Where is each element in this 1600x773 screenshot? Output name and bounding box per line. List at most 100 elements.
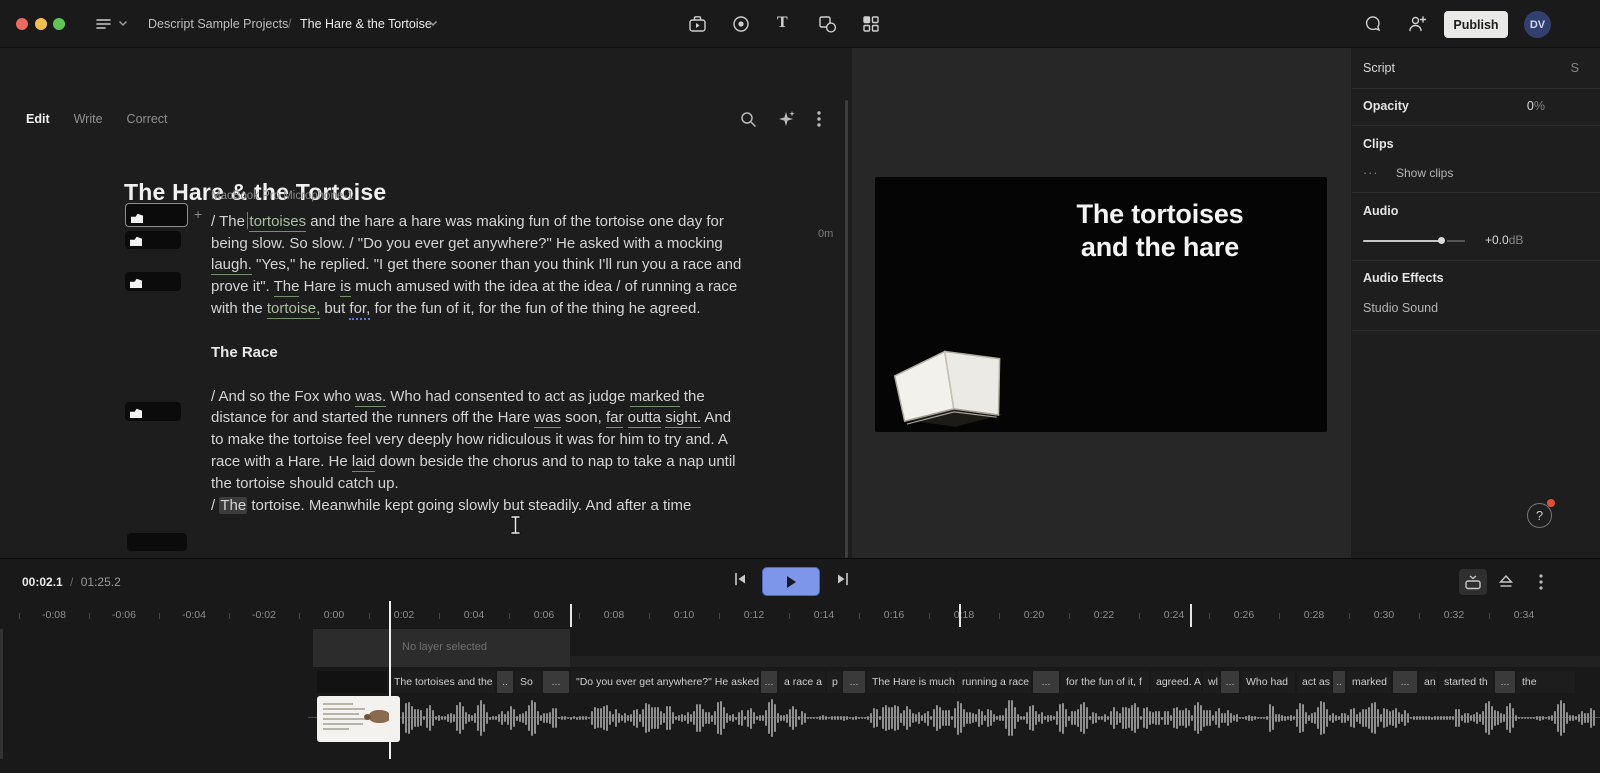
scene-thumbnail[interactable] — [125, 272, 181, 291]
transcript-clip[interactable]: p — [827, 671, 841, 693]
play-button[interactable] — [762, 567, 820, 596]
layer-selection-box[interactable]: No layer selected — [313, 629, 570, 667]
scene-boundary-marker[interactable] — [570, 604, 572, 627]
clip-gap-segment[interactable]: .. — [1333, 671, 1345, 693]
scene-thumbnail[interactable] — [125, 203, 188, 227]
shapes-icon[interactable] — [818, 15, 837, 33]
record-icon[interactable] — [732, 15, 750, 33]
transcript-paragraph[interactable]: / And so the Fox who was. Who had consen… — [211, 386, 745, 495]
transcript-clip[interactable]: the — [1517, 671, 1575, 693]
transcript-clip[interactable]: The Hare is much — [867, 671, 955, 693]
speaker-label[interactable]: MacBook Pro Microphone-1 — [211, 186, 745, 208]
fit-timeline-button[interactable] — [1492, 569, 1520, 595]
transcript-word[interactable]: laid — [351, 452, 376, 472]
transcript-word[interactable]: far — [605, 409, 624, 429]
transcript-clip[interactable]: act as — [1297, 671, 1331, 693]
clip-gap-segment[interactable]: ... — [761, 671, 777, 693]
opacity-value[interactable]: 0% — [1363, 99, 1589, 113]
transcript-word[interactable]: was — [534, 409, 561, 429]
tab-edit[interactable]: Edit — [26, 112, 50, 126]
scene-thumbnail[interactable] — [127, 533, 187, 551]
timeline-view-toggle-button[interactable] — [1459, 569, 1487, 595]
scene-thumbnail[interactable] — [125, 231, 181, 249]
volume-slider-track[interactable] — [1363, 240, 1441, 242]
inspector-row-script[interactable]: Script S — [1363, 61, 1589, 75]
layout-icon[interactable] — [862, 15, 880, 33]
transcript-clip[interactable] — [317, 671, 387, 693]
transcript-clip[interactable]: Who had — [1241, 671, 1295, 693]
media-shelf-icon[interactable] — [688, 15, 707, 33]
show-clips-button[interactable]: Show clips — [1396, 166, 1453, 180]
clip-gap-segment[interactable]: .. — [497, 671, 513, 693]
transcript-word[interactable]: is — [340, 278, 352, 298]
transcript-paragraph[interactable]: / The tortoises and the hare a hare was m… — [211, 211, 745, 320]
clip-gap-segment[interactable]: ... — [1495, 671, 1515, 693]
breadcrumb-project[interactable]: Descript Sample Projects — [148, 17, 288, 31]
open-book-image[interactable] — [880, 311, 1022, 442]
timeline-more-options-icon[interactable] — [1527, 569, 1555, 595]
transcript-clip[interactable]: wl — [1203, 671, 1219, 693]
window-close-button[interactable] — [16, 18, 28, 30]
transcript-paragraph[interactable]: / The tortoise. Meanwhile kept going slo… — [211, 495, 745, 517]
section-heading[interactable]: The Race — [211, 342, 745, 364]
transcript-word[interactable]: was. — [355, 387, 387, 407]
clips-more-icon[interactable]: ··· — [1363, 166, 1379, 180]
window-zoom-button[interactable] — [53, 18, 65, 30]
clip-gap-segment[interactable]: ... — [543, 671, 569, 693]
transcript-word[interactable]: laugh. — [211, 256, 252, 276]
transcript-clip[interactable]: started th — [1439, 671, 1493, 693]
text-tool-icon[interactable]: T — [777, 14, 788, 32]
scene-boundary-marker[interactable] — [1190, 604, 1192, 627]
transcript-clip[interactable]: The tortoises and the h. — [389, 671, 495, 693]
video-caption[interactable]: The tortoises and the hare — [990, 198, 1330, 264]
clip-gap-segment[interactable]: ... — [1033, 671, 1059, 693]
document-menu-chevron-icon[interactable] — [428, 20, 438, 27]
transcript-clip[interactable]: an — [1419, 671, 1437, 693]
clip-gap-segment[interactable]: ... — [1221, 671, 1239, 693]
scene-thumbnail[interactable] — [125, 402, 181, 421]
transcript-word[interactable]: tortoise, — [266, 299, 321, 319]
transcript-word[interactable]: The — [273, 278, 300, 298]
editor-scrollbar[interactable] — [845, 100, 848, 558]
scene-media-thumbnail[interactable] — [317, 696, 400, 742]
search-icon[interactable] — [740, 111, 757, 128]
publish-button[interactable]: Publish — [1444, 11, 1508, 38]
ai-sparkles-icon[interactable] — [778, 110, 796, 128]
audio-waveform[interactable] — [402, 695, 1600, 741]
chat-icon[interactable] — [1364, 15, 1382, 33]
skip-to-start-button[interactable] — [731, 570, 749, 593]
add-scene-button[interactable]: + — [194, 206, 202, 222]
playhead[interactable] — [389, 601, 391, 759]
breadcrumb-document[interactable]: The Hare & the Tortoise — [300, 17, 432, 31]
clip-gap-segment[interactable]: ... — [843, 671, 865, 693]
transcript-clip[interactable]: "Do you ever get anywhere?" He asked v — [571, 671, 759, 693]
transcript-clip[interactable]: for the fun of it, f — [1061, 671, 1149, 693]
transcript-word[interactable]: outta — [627, 409, 662, 429]
transcript-clip[interactable]: marked — [1347, 671, 1391, 693]
transcript-clip[interactable]: a race a — [779, 671, 825, 693]
transcript-word[interactable]: The — [219, 496, 248, 514]
project-menu-icon[interactable] — [95, 16, 112, 32]
tab-correct[interactable]: Correct — [127, 112, 168, 126]
studio-sound-label[interactable]: Studio Sound — [1363, 301, 1589, 315]
video-canvas[interactable]: The tortoises and the hare — [875, 177, 1327, 432]
project-menu-chevron-icon[interactable] — [118, 20, 128, 27]
clip-gap-segment[interactable]: ... — [1393, 671, 1417, 693]
invite-person-icon[interactable] — [1408, 15, 1427, 33]
skip-to-end-button[interactable] — [834, 570, 852, 593]
transcript[interactable]: MacBook Pro Microphone-1 / The tortoises … — [211, 186, 745, 516]
transcript-word[interactable]: sight. — [665, 409, 702, 429]
transcript-clip[interactable]: running a race — [957, 671, 1031, 693]
transcript-word[interactable]: marked — [629, 387, 680, 407]
help-button[interactable]: ? — [1527, 503, 1552, 528]
transcript-clip[interactable]: So — [515, 671, 541, 693]
volume-slider-knob[interactable] — [1438, 237, 1445, 244]
tab-write[interactable]: Write — [74, 112, 103, 126]
transcript-word[interactable]: tortoises — [249, 212, 307, 232]
transcript-clip[interactable]: agreed. A — [1151, 671, 1201, 693]
more-options-icon[interactable] — [817, 111, 821, 127]
avatar[interactable]: DV — [1524, 11, 1551, 38]
window-minimize-button[interactable] — [35, 18, 47, 30]
audio-gain-value[interactable]: +0.0dB — [1485, 233, 1555, 247]
transcript-word[interactable]: for, — [349, 299, 371, 320]
